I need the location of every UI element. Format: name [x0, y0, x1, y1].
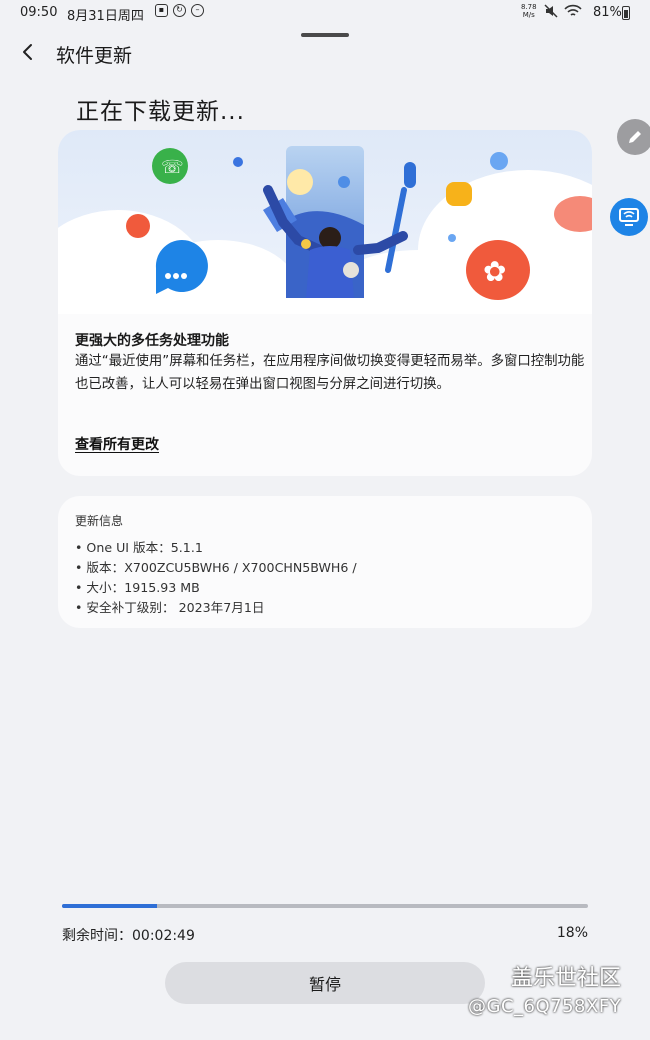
- remaining-time: 剩余时间：00:02:49: [62, 928, 195, 944]
- minus-circle-icon: –: [191, 4, 204, 17]
- screen-share-floating-button[interactable]: [610, 198, 648, 236]
- battery-icon: [622, 6, 630, 20]
- info-size: • 大小：1915.93 MB: [75, 580, 200, 595]
- status-time: 09:50: [20, 5, 58, 20]
- download-progress-fill: [62, 904, 157, 908]
- svg-text:✿: ✿: [483, 255, 506, 288]
- screen-share-icon: [619, 208, 639, 226]
- edit-floating-button[interactable]: [617, 119, 650, 155]
- download-percent: 18%: [556, 925, 588, 941]
- app-header: 软件更新: [0, 36, 650, 70]
- back-button[interactable]: [14, 38, 42, 66]
- info-build-version: • 版本：X700ZCU5BWH6 / X700CHN5BWH6 /: [75, 560, 357, 575]
- feature-card: ☏ ✿ 更强大的多任务处理功能 通过“最近使用”屏幕和任务栏，在应用程序间做切换…: [58, 130, 592, 476]
- status-date: 8月31日周四: [67, 9, 144, 24]
- chevron-left-icon: [23, 44, 32, 60]
- wifi-icon: [564, 4, 582, 16]
- info-security-patch: • 安全补丁级别： 2023年7月1日: [75, 600, 265, 615]
- image-notification-icon: ▪: [155, 4, 168, 17]
- page-title: 软件更新: [56, 45, 133, 67]
- update-info-title: 更新信息: [75, 514, 124, 528]
- download-status-heading: 正在下载更新...: [76, 99, 245, 125]
- pencil-icon: [629, 131, 641, 143]
- battery-percent: 81%: [593, 5, 622, 20]
- update-info-card: 更新信息 • One UI 版本：5.1.1 • 版本：X700ZCU5BWH6…: [58, 496, 592, 628]
- see-all-changes-link[interactable]: 查看所有更改: [75, 434, 159, 454]
- feature-illustration: ☏ ✿: [58, 130, 592, 314]
- pause-button[interactable]: 暂停: [165, 962, 485, 1004]
- mute-icon: [544, 4, 558, 18]
- feature-title: 更强大的多任务处理功能: [75, 333, 229, 349]
- svg-text:☏: ☏: [161, 157, 184, 178]
- status-system-icons: [544, 4, 582, 18]
- status-bar: 09:50 8月31日周四 ▪ ↻ – 8.78 M/s 81%: [0, 0, 650, 26]
- sync-notification-icon: ↻: [173, 4, 186, 17]
- info-oneui-version: • One UI 版本：5.1.1: [75, 540, 203, 555]
- network-speed-unit: M/s: [522, 11, 535, 19]
- download-progress-bar: [62, 904, 588, 908]
- watermark-user: @GC_6Q758XFY: [468, 996, 622, 1017]
- watermark-community: 盖乐世社区: [511, 966, 622, 991]
- network-speed-value: 8.78: [521, 3, 537, 11]
- notification-icons: ▪ ↻ –: [155, 4, 204, 17]
- network-speed: 8.78 M/s: [521, 3, 537, 19]
- feature-description: 通过“最近使用”屏幕和任务栏，在应用程序间做切换变得更轻而易举。多窗口控制功能也…: [75, 354, 585, 392]
- update-info-list: • One UI 版本：5.1.1 • 版本：X700ZCU5BWH6 / X7…: [75, 538, 357, 618]
